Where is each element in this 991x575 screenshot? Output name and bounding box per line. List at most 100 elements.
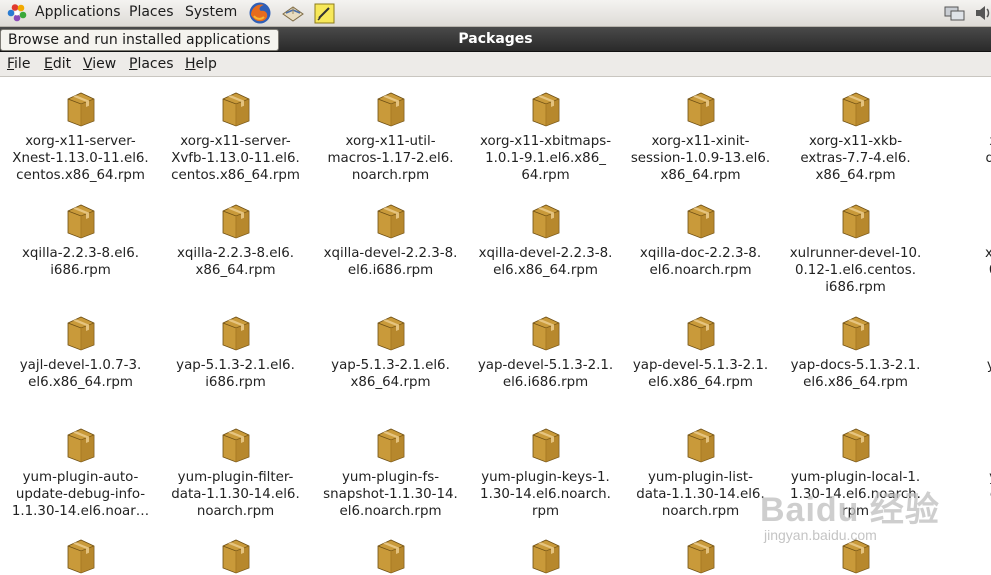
file-name: xorg-x11-server- Xnest-1.13.0-11.el6. ce… xyxy=(12,134,149,183)
file-name: xorg-x11-util- macros-1.17-2.el6. noarch… xyxy=(327,134,454,183)
file-item[interactable]: xorg-x11-xinit- session-1.0.9-13.el6. x8… xyxy=(623,89,778,184)
file-item[interactable]: yum-plugin-fs- snapshot-1.1.30-14. el6.n… xyxy=(313,425,468,520)
package-icon xyxy=(158,89,313,127)
menu-file[interactable]: File xyxy=(7,52,30,76)
gnome-foot-icon[interactable] xyxy=(6,3,28,27)
file-item[interactable] xyxy=(3,536,158,575)
file-item[interactable]: xqilla-2.2.3-8.el6. i686.rpm xyxy=(3,201,158,279)
package-icon xyxy=(933,89,991,127)
package-icon xyxy=(468,425,623,463)
file-item[interactable]: yum-plugin-filter- data-1.1.30-14.el6. n… xyxy=(158,425,313,520)
file-item[interactable] xyxy=(468,536,623,575)
package-icon xyxy=(313,201,468,239)
watermark: Baidu 经验 jingyan.baidu.com xyxy=(760,482,940,543)
file-item[interactable]: xorg-x11-util- macros-1.17-2.el6. noarch… xyxy=(313,89,468,184)
file-name: xqilla-devel-2.2.3-8. el6.i686.rpm xyxy=(323,246,458,278)
file-item[interactable]: yum-p conf-1 no xyxy=(933,425,991,520)
package-icon xyxy=(313,313,468,351)
mail-icon[interactable] xyxy=(281,1,305,25)
file-item[interactable]: yap-5.1.3-2.1.el6. x86_64.rpm xyxy=(313,313,468,391)
package-icon xyxy=(313,536,468,574)
file-item[interactable]: xorg-x devel-7 ( xyxy=(933,89,991,184)
file-item[interactable]: yum-plugin-keys-1. 1.30-14.el6.noarch. r… xyxy=(468,425,623,520)
package-icon xyxy=(778,425,933,463)
package-icon xyxy=(468,313,623,351)
watermark-logo: Baidu 经验 xyxy=(760,491,940,529)
package-icon xyxy=(468,201,623,239)
file-name: yap-5.1.3-2.1.el6. x86_64.rpm xyxy=(331,358,450,390)
package-icon xyxy=(3,536,158,574)
file-item[interactable]: yajl-devel-1.0.7-3. el6.x86_64.rpm xyxy=(3,313,158,391)
file-name: xorg-x11-xkb- extras-7.7-4.el6. x86_64.r… xyxy=(800,134,911,183)
file-name: xulrunner-devel-10. 0.12-1.el6.centos. i… xyxy=(789,246,922,295)
package-icon xyxy=(3,89,158,127)
file-name: xqilla-2.2.3-8.el6. x86_64.rpm xyxy=(176,246,295,278)
file-item[interactable]: xorg-x11-xkb- extras-7.7-4.el6. x86_64.r… xyxy=(778,89,933,184)
file-name: yum-p conf-1 no xyxy=(933,469,991,520)
places-menu[interactable]: Places xyxy=(129,0,174,26)
file-name: yap-docs-5.1.3-2.1. el6.x86_64.rpm xyxy=(790,358,921,390)
file-name: yap-devel-5.1.3-2.1. el6.x86_64.rpm xyxy=(632,358,769,390)
file-item[interactable]: xqilla-devel-2.2.3-8. el6.i686.rpm xyxy=(313,201,468,279)
file-item[interactable] xyxy=(158,536,313,575)
package-icon xyxy=(313,425,468,463)
file-item[interactable]: yap-devel-5.1.3-2.1. el6.i686.rpm xyxy=(468,313,623,391)
package-icon xyxy=(623,201,778,239)
file-item[interactable]: yum-plugin-list- data-1.1.30-14.el6. noa… xyxy=(623,425,778,520)
file-item[interactable]: xqilla-devel-2.2.3-8. el6.x86_64.rpm xyxy=(468,201,623,279)
top-panel: Applications Places System xyxy=(0,0,991,27)
package-icon xyxy=(778,89,933,127)
package-icon xyxy=(933,313,991,351)
file-name: xorg-x devel-7 ( xyxy=(985,134,991,166)
applications-menu[interactable]: Applications xyxy=(35,0,121,26)
menu-view[interactable]: View xyxy=(83,52,116,76)
menu-bar: File Edit View Places Help xyxy=(0,52,991,77)
system-menu[interactable]: System xyxy=(185,0,237,26)
package-icon xyxy=(313,89,468,127)
package-icon xyxy=(778,201,933,239)
file-item[interactable]: yum-plugin-auto- update-debug-info- 1.1.… xyxy=(3,425,158,520)
network-icon[interactable] xyxy=(944,3,966,27)
file-item[interactable] xyxy=(623,536,778,575)
file-name: xqilla-doc-2.2.3-8. el6.noarch.rpm xyxy=(639,246,762,278)
notes-icon[interactable] xyxy=(313,1,337,25)
package-icon xyxy=(623,425,778,463)
package-icon xyxy=(3,425,158,463)
volume-icon[interactable] xyxy=(974,3,991,27)
package-icon xyxy=(468,536,623,574)
tooltip: Browse and run installed applications xyxy=(0,29,279,51)
package-icon xyxy=(933,201,991,239)
package-icon xyxy=(158,201,313,239)
package-icon xyxy=(158,536,313,574)
package-icon xyxy=(158,425,313,463)
file-item[interactable]: xorg-x11-server- Xnest-1.13.0-11.el6. ce… xyxy=(3,89,158,184)
package-icon xyxy=(158,313,313,351)
package-icon xyxy=(778,313,933,351)
menu-edit[interactable]: Edit xyxy=(44,52,71,76)
package-icon xyxy=(468,89,623,127)
file-item[interactable]: xulrunn 0.12-1 x8 xyxy=(933,201,991,296)
file-name: yap-5.1.3-2.1.el6. i686.rpm xyxy=(176,358,295,390)
file-item[interactable]: xorg-x11-server- Xvfb-1.13.0-11.el6. cen… xyxy=(158,89,313,184)
package-icon xyxy=(3,201,158,239)
file-item[interactable]: xulrunner-devel-10. 0.12-1.el6.centos. i… xyxy=(778,201,933,296)
package-icon xyxy=(623,536,778,574)
file-name: xqilla-2.2.3-8.el6. i686.rpm xyxy=(21,246,140,278)
file-item[interactable]: yum-cr el6.ce xyxy=(933,313,991,391)
file-item[interactable]: xqilla-doc-2.2.3-8. el6.noarch.rpm xyxy=(623,201,778,279)
firefox-icon[interactable] xyxy=(248,1,272,25)
file-item[interactable]: yap-5.1.3-2.1.el6. i686.rpm xyxy=(158,313,313,391)
file-name: yum-plugin-auto- update-debug-info- 1.1.… xyxy=(11,470,150,519)
file-item[interactable]: xorg-x11-xbitmaps- 1.0.1-9.1.el6.x86_ 64… xyxy=(468,89,623,184)
file-item[interactable]: xqilla-2.2.3-8.el6. x86_64.rpm xyxy=(158,201,313,279)
package-icon xyxy=(623,89,778,127)
file-item[interactable] xyxy=(313,536,468,575)
menu-help[interactable]: Help xyxy=(185,52,217,76)
menu-places[interactable]: Places xyxy=(129,52,174,76)
file-item[interactable]: yap-devel-5.1.3-2.1. el6.x86_64.rpm xyxy=(623,313,778,391)
file-name: yum-plugin-keys-1. 1.30-14.el6.noarch. r… xyxy=(480,470,611,519)
file-item[interactable]: yap-docs-5.1.3-2.1. el6.x86_64.rpm xyxy=(778,313,933,391)
file-name: yum-plugin-filter- data-1.1.30-14.el6. n… xyxy=(171,470,300,519)
file-name: yum-cr el6.ce xyxy=(986,358,991,390)
file-name: yum-plugin-list- data-1.1.30-14.el6. noa… xyxy=(636,470,765,519)
